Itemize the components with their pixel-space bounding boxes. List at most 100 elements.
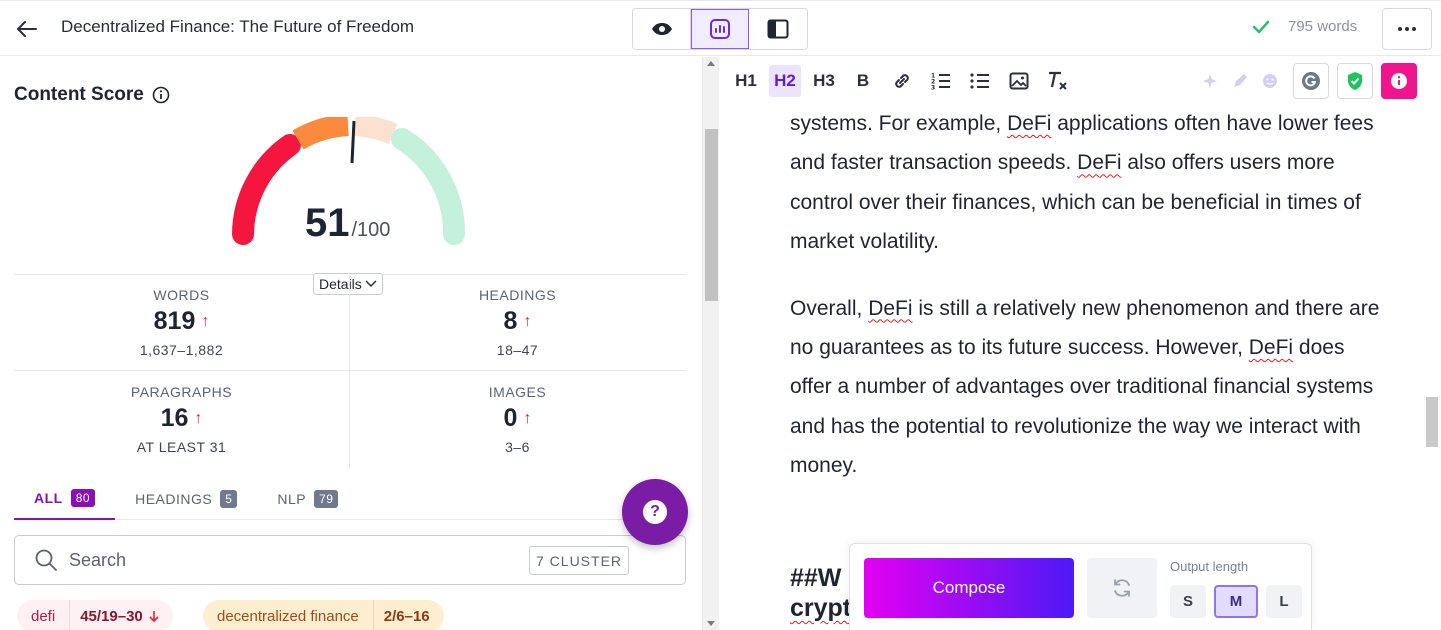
arrow-up-icon: ↑ — [523, 312, 532, 330]
sparkle-icon[interactable] — [1195, 63, 1225, 99]
tab-label: HEADINGS — [135, 490, 213, 507]
output-length-selector: S M L — [1170, 585, 1302, 618]
gauge-segment-orange — [292, 117, 349, 150]
cluster-button[interactable]: 7 CLUSTER — [529, 546, 630, 575]
toolbar-right-group — [1195, 63, 1417, 99]
text-run: Overall, — [790, 296, 869, 320]
size-large-button[interactable]: L — [1266, 585, 1302, 618]
score-max: /100 — [351, 219, 391, 241]
heading-line: ##W — [790, 564, 842, 592]
editor-scrollbar[interactable] — [1423, 57, 1441, 630]
stat-images: IMAGES 0 ↑ 3–6 — [350, 384, 685, 455]
bullet-list-button[interactable] — [964, 65, 996, 97]
top-bar: Decentralized Finance: The Future of Fre… — [0, 0, 1441, 56]
stat-range: 1,637–1,882 — [139, 342, 224, 358]
chart-bars-icon — [709, 19, 730, 39]
link-button[interactable] — [886, 65, 918, 97]
stat-label: WORDS — [153, 287, 210, 303]
left-scrollbar[interactable] — [702, 57, 719, 630]
editor-content[interactable]: systems. For example, DeFi applications … — [790, 104, 1390, 486]
stat-label: PARAGRAPHS — [130, 384, 233, 400]
divider — [14, 370, 686, 371]
compose-button[interactable]: Compose — [864, 558, 1074, 618]
stat-paragraphs: PARAGRAPHS 16 ↑ AT LEAST 31 — [14, 384, 349, 455]
ordered-list-button[interactable]: 123 — [925, 65, 957, 97]
clear-format-icon — [1049, 71, 1067, 90]
document-title: Decentralized Finance: The Future of Fre… — [61, 17, 415, 36]
svg-text:3: 3 — [931, 85, 935, 91]
clear-format-button[interactable] — [1042, 65, 1074, 97]
stat-headings: HEADINGS 8 ↑ 18–47 — [350, 287, 685, 358]
term-count-value: 2/6–16 — [383, 607, 430, 625]
word-count-status: 795 words — [1252, 18, 1357, 35]
spellcheck-word[interactable]: DeFi — [1007, 112, 1051, 135]
tab-nlp[interactable]: NLP 79 — [257, 477, 358, 520]
term-search-input[interactable]: Search 7 CLUSTER — [14, 535, 686, 585]
term-chip[interactable]: decentralized finance 2/6–16 — [203, 600, 444, 630]
smiley-icon[interactable] — [1255, 63, 1285, 99]
tab-all[interactable]: ALL 80 — [14, 477, 116, 520]
gauge-segment-red — [232, 134, 301, 245]
scroll-down-icon[interactable] — [707, 621, 715, 626]
arrow-up-icon: ↑ — [194, 409, 203, 427]
text-run: systems. For example, — [790, 112, 1008, 135]
stat-range: 18–47 — [496, 342, 539, 358]
arrow-up-icon: ↑ — [201, 312, 210, 330]
heading1-button[interactable]: H1 — [730, 65, 762, 97]
grammarly-button[interactable] — [1293, 63, 1329, 99]
term-count-value: 45/19–30 — [80, 607, 143, 625]
heading2-button[interactable]: H2 — [769, 65, 801, 97]
stat-value: 16 ↑ — [14, 404, 349, 433]
tab-headings[interactable]: HEADINGS 5 — [115, 477, 257, 520]
info-circle-icon[interactable] — [152, 86, 170, 104]
size-medium-button[interactable]: M — [1214, 585, 1258, 618]
heading3-button[interactable]: H3 — [808, 65, 840, 97]
analysis-view-button[interactable] — [691, 9, 749, 49]
shield-check-icon — [1348, 72, 1362, 90]
stat-range: 3–6 — [505, 439, 530, 455]
refresh-icon — [1114, 579, 1130, 597]
term-name: defi — [17, 600, 71, 630]
content-score-title: Content Score — [14, 84, 144, 105]
link-icon — [895, 74, 909, 88]
content-score-panel: Content Score 51 /100 Details WORDS 819 ↑… — [0, 57, 702, 630]
info-button[interactable] — [1381, 63, 1417, 99]
layout-panel-icon — [767, 19, 789, 39]
check-icon — [1252, 20, 1270, 33]
scrollbar-thumb[interactable] — [705, 129, 718, 301]
security-shield-button[interactable] — [1337, 63, 1373, 99]
term-chip[interactable]: defi 45/19–30 — [17, 600, 173, 630]
term-count: 2/6–16 — [372, 600, 444, 630]
tab-label: ALL — [34, 489, 63, 506]
search-icon — [35, 549, 57, 571]
scroll-up-icon[interactable] — [707, 61, 715, 66]
regenerate-button[interactable] — [1087, 558, 1157, 618]
arrow-down-icon — [149, 611, 159, 622]
score-number: 51 — [305, 201, 350, 245]
partial-heading: ##W crypt — [790, 563, 851, 623]
image-icon — [1009, 72, 1029, 90]
image-button[interactable] — [1003, 65, 1035, 97]
scrollbar-thumb[interactable] — [1426, 397, 1438, 447]
pen-icon[interactable] — [1225, 63, 1255, 99]
h1-label: H1 — [735, 71, 757, 90]
spellcheck-word[interactable]: DeFi — [1077, 151, 1121, 174]
preview-eye-button[interactable] — [633, 9, 691, 49]
sidebar-layout-button[interactable] — [749, 9, 807, 49]
more-options-button[interactable] — [1382, 8, 1432, 50]
spellcheck-word[interactable]: DeFi — [1249, 336, 1293, 359]
help-button[interactable]: ? — [622, 479, 688, 545]
back-arrow-icon[interactable] — [14, 16, 40, 42]
term-count: 45/19–30 — [70, 608, 173, 625]
bold-button[interactable]: B — [847, 65, 879, 97]
h2-label: H2 — [774, 71, 796, 90]
count-badge: 79 — [314, 489, 339, 508]
compose-panel: Compose Output length S M L — [849, 543, 1312, 630]
spellcheck-word[interactable]: DeFi — [868, 297, 912, 320]
view-mode-toggle — [632, 8, 808, 50]
size-small-button[interactable]: S — [1170, 585, 1206, 618]
paragraph: systems. For example, DeFi applications … — [790, 104, 1390, 262]
eye-icon — [651, 23, 672, 35]
stat-number: 16 — [160, 404, 189, 432]
question-mark-icon: ? — [643, 500, 667, 524]
